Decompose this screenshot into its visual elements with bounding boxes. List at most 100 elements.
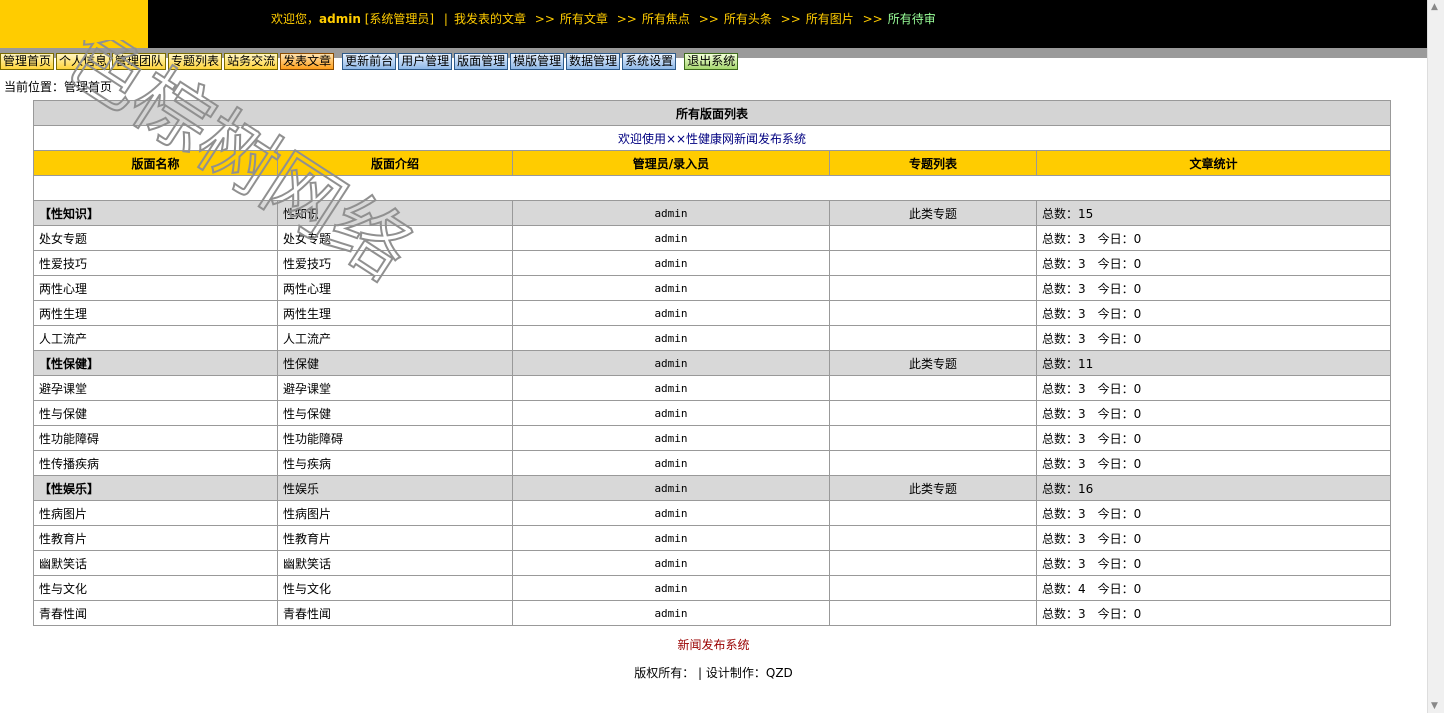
- section-intro-cell: 性与疾病: [277, 450, 513, 476]
- table-title-row: 所有版面列表: [33, 100, 1391, 126]
- section-name-cell[interactable]: 性与保健: [33, 400, 278, 426]
- section-intro-cell: 两性心理: [277, 275, 513, 301]
- section-name-cell[interactable]: 【性知识】: [33, 200, 278, 226]
- vertical-scrollbar[interactable]: ▲ ▼: [1427, 0, 1444, 713]
- section-admin-cell: admin: [512, 250, 830, 276]
- section-topic-cell[interactable]: [829, 325, 1037, 351]
- section-topic-cell[interactable]: [829, 300, 1037, 326]
- section-stats-cell: 总数：16: [1036, 475, 1391, 501]
- section-name-cell[interactable]: 性爱技巧: [33, 250, 278, 276]
- section-name-cell[interactable]: 【性保健】: [33, 350, 278, 376]
- section-topic-cell[interactable]: [829, 425, 1037, 451]
- category-row: 【性保健】 性保健 admin 此类专题 总数：11: [33, 350, 1391, 376]
- menu-logout[interactable]: 退出系统: [684, 53, 739, 70]
- section-topic-cell[interactable]: [829, 275, 1037, 301]
- section-name-cell[interactable]: 【性娱乐】: [33, 475, 278, 501]
- section-admin-cell: admin: [512, 200, 830, 226]
- menu-system-settings[interactable]: 系统设置: [622, 53, 677, 70]
- section-topic-cell[interactable]: [829, 225, 1037, 251]
- section-admin-cell: admin: [512, 475, 830, 501]
- section-name-cell[interactable]: 性传播疾病: [33, 450, 278, 476]
- section-stats-cell: 总数：3 今日：0: [1036, 400, 1391, 426]
- scroll-up-icon[interactable]: ▲: [1431, 2, 1438, 12]
- link-all-articles[interactable]: 所有文章: [560, 12, 608, 26]
- col-header-intro: 版面介绍: [277, 150, 513, 176]
- section-topic-cell[interactable]: [829, 575, 1037, 601]
- menu-admin-team[interactable]: 管理团队: [112, 53, 167, 70]
- menu-admin-home[interactable]: 管理首页: [0, 53, 55, 70]
- section-stats-cell: 总数：3 今日：0: [1036, 300, 1391, 326]
- section-name-cell[interactable]: 处女专题: [33, 225, 278, 251]
- menu-template-management[interactable]: 模版管理: [510, 53, 565, 70]
- table-row: 性功能障碍 性功能障碍 admin 总数：3 今日：0: [33, 425, 1391, 451]
- link-all-images[interactable]: 所有图片: [806, 12, 854, 26]
- table-row: 性传播疾病 性与疾病 admin 总数：3 今日：0: [33, 450, 1391, 476]
- link-my-articles[interactable]: 我发表的文章: [454, 12, 526, 26]
- section-topic-cell[interactable]: [829, 250, 1037, 276]
- arrow-sep: >>: [534, 12, 555, 26]
- section-topic-cell[interactable]: [829, 375, 1037, 401]
- username: admin: [319, 12, 361, 26]
- section-topic-cell[interactable]: [829, 500, 1037, 526]
- menu-update-frontend[interactable]: 更新前台: [342, 53, 397, 70]
- section-topic-cell[interactable]: 此类专题: [829, 350, 1037, 376]
- main-menu: 管理首页 个人信息 管理团队 专题列表 站务交流 发表文章 更新前台 用户管理 版面管理 模版管理…: [0, 53, 740, 70]
- blank-row: [33, 175, 1391, 201]
- section-stats-cell: 总数：3 今日：0: [1036, 500, 1391, 526]
- section-admin-cell: admin: [512, 300, 830, 326]
- section-topic-cell[interactable]: 此类专题: [829, 200, 1037, 226]
- section-intro-cell: 性知识: [277, 200, 513, 226]
- section-name-cell[interactable]: 两性心理: [33, 275, 278, 301]
- menu-data-management[interactable]: 数据管理: [566, 53, 621, 70]
- section-name-cell[interactable]: 人工流产: [33, 325, 278, 351]
- section-topic-cell[interactable]: [829, 400, 1037, 426]
- section-intro-cell: 性功能障碍: [277, 425, 513, 451]
- link-all-pending[interactable]: 所有待审: [888, 12, 936, 26]
- menu-section-management[interactable]: 版面管理: [454, 53, 509, 70]
- scroll-down-icon[interactable]: ▼: [1431, 701, 1438, 711]
- section-stats-cell: 总数：3 今日：0: [1036, 550, 1391, 576]
- table-row: 青春性闻 青春性闻 admin 总数：3 今日：0: [33, 600, 1391, 626]
- menu-post-article[interactable]: 发表文章: [280, 53, 335, 70]
- section-intro-cell: 性与文化: [277, 575, 513, 601]
- menu-personal-info[interactable]: 个人信息: [56, 53, 111, 70]
- arrow-sep: >>: [780, 12, 801, 26]
- welcome-message: 欢迎使用××性健康网新闻发布系统: [33, 125, 1391, 151]
- arrow-sep: >>: [698, 12, 719, 26]
- col-header-topics: 专题列表: [829, 150, 1037, 176]
- section-stats-cell: 总数：15: [1036, 200, 1391, 226]
- section-admin-cell: admin: [512, 450, 830, 476]
- section-topic-cell[interactable]: 此类专题: [829, 475, 1037, 501]
- section-name-cell[interactable]: 性与文化: [33, 575, 278, 601]
- menu-site-exchange[interactable]: 站务交流: [224, 53, 279, 70]
- section-name-cell[interactable]: 性功能障碍: [33, 425, 278, 451]
- section-stats-cell: 总数：4 今日：0: [1036, 575, 1391, 601]
- section-topic-cell[interactable]: [829, 550, 1037, 576]
- table-row: 处女专题 处女专题 admin 总数：3 今日：0: [33, 225, 1391, 251]
- menu-user-management[interactable]: 用户管理: [398, 53, 453, 70]
- section-topic-cell[interactable]: [829, 525, 1037, 551]
- section-stats-cell: 总数：3 今日：0: [1036, 375, 1391, 401]
- table-row: 两性生理 两性生理 admin 总数：3 今日：0: [33, 300, 1391, 326]
- section-name-cell[interactable]: 两性生理: [33, 300, 278, 326]
- section-name-cell[interactable]: 避孕课堂: [33, 375, 278, 401]
- section-admin-cell: admin: [512, 400, 830, 426]
- section-name-cell[interactable]: 性病图片: [33, 500, 278, 526]
- menu-topic-list[interactable]: 专题列表: [168, 53, 223, 70]
- table-row: 幽默笑话 幽默笑话 admin 总数：3 今日：0: [33, 550, 1391, 576]
- table-row: 避孕课堂 避孕课堂 admin 总数：3 今日：0: [33, 375, 1391, 401]
- breadcrumb: 当前位置：管理首页: [4, 80, 113, 94]
- category-row: 【性娱乐】 性娱乐 admin 此类专题 总数：16: [33, 475, 1391, 501]
- section-name-cell[interactable]: 幽默笑话: [33, 550, 278, 576]
- footer-system-name[interactable]: 新闻发布系统: [0, 636, 1427, 653]
- section-intro-cell: 人工流产: [277, 325, 513, 351]
- section-admin-cell: admin: [512, 275, 830, 301]
- section-topic-cell[interactable]: [829, 450, 1037, 476]
- link-all-headlines[interactable]: 所有头条: [724, 12, 772, 26]
- section-name-cell[interactable]: 性教育片: [33, 525, 278, 551]
- section-topic-cell[interactable]: [829, 600, 1037, 626]
- link-all-focus[interactable]: 所有焦点: [642, 12, 690, 26]
- footer-copyright: 版权所有： | 设计制作：QZD: [634, 666, 793, 680]
- section-name-cell[interactable]: 青春性闻: [33, 600, 278, 626]
- section-admin-cell: admin: [512, 575, 830, 601]
